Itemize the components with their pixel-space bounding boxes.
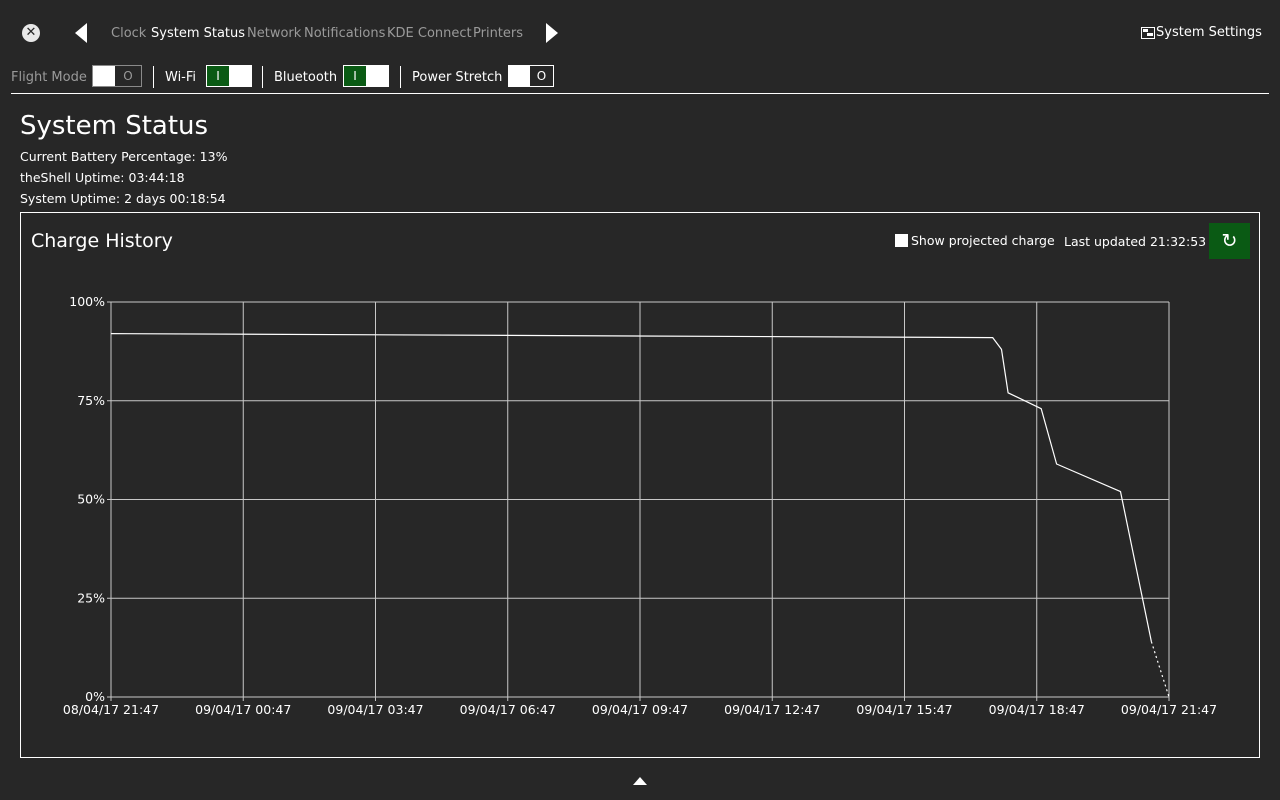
battery-percentage: Current Battery Percentage: 13% [20, 149, 228, 164]
close-button[interactable]: ✕ [22, 24, 40, 42]
toggle-on-text: I [344, 66, 366, 86]
x-tick-label: 09/04/17 09:47 [592, 702, 688, 717]
x-tick-label: 08/04/17 21:47 [63, 702, 159, 717]
scroll-right-arrow-icon[interactable] [546, 23, 558, 43]
divider [400, 66, 401, 88]
wifi-label: Wi-Fi [165, 70, 197, 85]
wifi-toggle[interactable]: I [206, 65, 252, 87]
toggle-knob [229, 66, 251, 86]
settings-icon [1141, 26, 1155, 39]
top-bar: ✕ Clock System Status Network Notificati… [0, 0, 1280, 66]
x-tick-label: 09/04/17 06:47 [460, 702, 556, 717]
tab-kde-connect[interactable]: KDE Connect [387, 26, 472, 41]
toggle-knob [509, 66, 531, 86]
x-tick-label: 09/04/17 00:47 [195, 702, 291, 717]
x-tick-label: 09/04/17 15:47 [856, 702, 952, 717]
system-settings-label: System Settings [1156, 25, 1262, 40]
y-tick-label: 75% [77, 393, 105, 408]
charge-history-chart: 100%75%50%25%0%08/04/17 21:47 09/04/17 00… [63, 294, 1217, 717]
bluetooth-toggle[interactable]: I [343, 65, 389, 87]
tab-network[interactable]: Network [247, 26, 301, 41]
y-tick-label: 100% [69, 294, 105, 309]
charge-history-panel: Charge History Show projected charge Las… [20, 212, 1260, 758]
charge-projection-line [1150, 641, 1170, 698]
scroll-left-arrow-icon[interactable] [75, 23, 87, 43]
theshell-uptime: theShell Uptime: 03:44:18 [20, 170, 185, 185]
system-settings-button[interactable]: System Settings [1141, 25, 1262, 40]
toggle-off-text: O [536, 69, 547, 83]
divider [153, 66, 154, 88]
x-tick-label: 09/04/17 21:47 [1121, 702, 1217, 717]
charge-history-line [110, 333, 1152, 642]
tab-notifications[interactable]: Notifications [304, 26, 385, 41]
quick-settings-bar: Flight Mode O Wi-Fi I Bluetooth I Power … [0, 64, 1280, 92]
x-tick-label: 09/04/17 03:47 [327, 702, 423, 717]
expand-up-arrow-icon[interactable] [633, 777, 647, 785]
tab-printers[interactable]: Printers [473, 26, 523, 41]
page-title: System Status [20, 111, 209, 141]
tab-clock[interactable]: Clock [111, 26, 146, 41]
toggle-off-text: O [123, 69, 133, 83]
y-tick-label: 50% [77, 492, 105, 507]
y-tick-label: 25% [77, 590, 105, 605]
toggle-knob [366, 66, 388, 86]
toggle-on-text: I [207, 66, 229, 86]
tab-system-status[interactable]: System Status [151, 26, 245, 41]
power-stretch-label: Power Stretch [412, 70, 503, 85]
header-divider [11, 93, 1269, 94]
x-tick-label: 09/04/17 12:47 [724, 702, 820, 717]
system-uptime: System Uptime: 2 days 00:18:54 [20, 191, 226, 206]
toggle-knob [93, 66, 115, 86]
bluetooth-label: Bluetooth [274, 70, 338, 85]
x-tick-label: 09/04/17 18:47 [989, 702, 1085, 717]
flight-mode-toggle[interactable]: O [92, 65, 142, 87]
flight-mode-label: Flight Mode [11, 70, 87, 85]
power-stretch-toggle[interactable]: O [508, 65, 554, 87]
divider [262, 66, 263, 88]
